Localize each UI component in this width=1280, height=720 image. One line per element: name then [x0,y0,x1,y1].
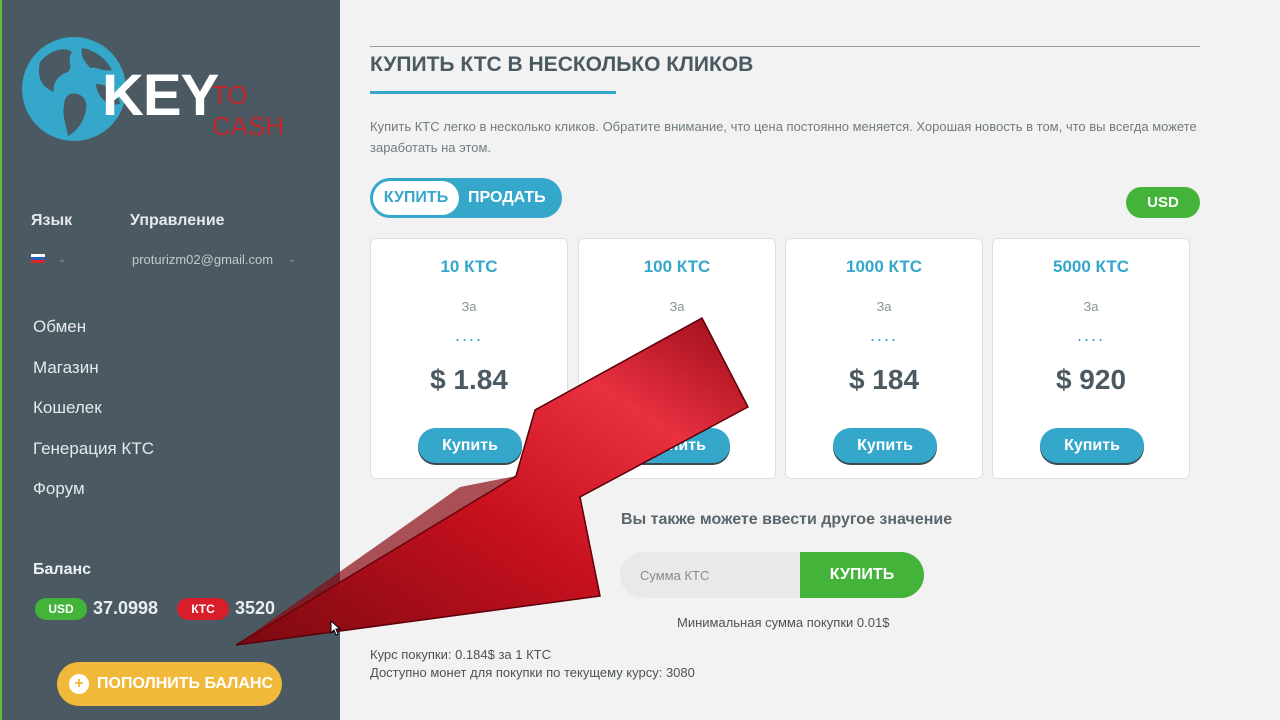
nav-item-shop[interactable]: Магазин [33,357,154,398]
package-price: $ 18.4 [638,364,716,395]
package-card: 5000 КТС За .... $ 920 Купить [992,238,1190,479]
amount-input[interactable] [620,552,802,598]
package-amount: 100 КТС [643,257,711,276]
plus-icon: + [69,674,89,694]
buy-sell-toggle: КУПИТЬ ПРОДАТЬ [370,178,562,218]
package-card: 100 КТС За .... $ 18.4 Купить [578,238,776,479]
package-for-label: За [876,299,892,314]
purchase-rate-label: Курс покупки: 0.184$ за 1 КТС [370,647,552,662]
chevron-down-icon[interactable]: ⌄ [58,254,66,265]
manage-label: Управление [130,212,225,229]
tab-sell[interactable]: ПРОДАТЬ [468,181,548,215]
package-buy-button[interactable]: Купить [833,428,937,463]
package-buy-button[interactable]: Купить [1040,428,1144,463]
package-buy-button[interactable]: Купить [626,428,730,463]
custom-amount-group: КУПИТЬ [620,552,924,598]
package-amount: 5000 КТС [1052,257,1129,276]
mouse-cursor-icon [330,620,342,636]
minimum-purchase-label: Минимальная сумма покупки 0.01$ [677,615,890,630]
package-for-label: За [669,299,685,314]
usd-balance-value: 37.0998 [93,598,159,618]
custom-buy-button[interactable]: КУПИТЬ [800,552,924,598]
currency-selector[interactable]: USD [1126,187,1200,218]
nav-item-forum[interactable]: Форум [33,478,154,519]
nav-item-exchange[interactable]: Обмен [33,316,154,357]
language-label: Язык [31,212,73,229]
package-card: 10 КТС За .... $ 1.84 Купить [370,238,568,479]
balance-label: Баланс [33,561,92,578]
package-for-label: За [1083,299,1099,314]
package-price: $ 184 [848,364,920,395]
sidebar: KEY TO CASH Язык Управление ⌄ proturizm0… [0,0,340,720]
package-amount: 10 КТС [440,257,498,276]
top-up-label: ПОПОЛНИТЬ БАЛАНС [97,675,274,692]
chevron-down-icon[interactable]: ⌄ [288,254,296,265]
nav-item-wallet[interactable]: Кошелек [33,397,154,438]
ktc-badge: КТС [177,598,229,620]
sidebar-nav: Обмен Магазин Кошелек Генерация КТС Фору… [33,316,154,519]
title-underline [370,91,616,94]
package-buy-button[interactable]: Купить [418,428,522,463]
package-card: 1000 КТС За .... $ 184 Купить [785,238,983,479]
page-title: КУПИТЬ КТС В НЕСКОЛЬКО КЛИКОВ [370,53,754,76]
package-dots: .... [869,325,898,345]
package-price: $ 1.84 [430,364,508,395]
tab-buy[interactable]: КУПИТЬ [373,181,459,215]
available-coins-label: Доступно монет для покупки по текущему к… [370,665,695,680]
top-up-balance-button[interactable]: + ПОПОЛНИТЬ БАЛАНС [57,662,282,706]
page-description: Купить КТС легко в несколько кликов. Обр… [370,119,1197,155]
logo-text: KEY [102,63,219,128]
package-price: $ 920 [1055,364,1127,395]
package-amount: 1000 КТС [845,257,922,276]
package-dots: .... [454,325,483,345]
top-divider [370,46,1200,47]
flag-icon[interactable] [31,254,45,263]
logo[interactable]: KEY TO CASH [22,32,322,147]
package-dots: .... [1076,325,1105,345]
logo-subtext: TO CASH [212,80,285,141]
usd-badge: USD [35,598,87,620]
package-dots: .... [662,325,691,345]
user-email[interactable]: proturizm02@gmail.com [132,252,273,267]
custom-amount-label: Вы также можете ввести другое значение [621,511,953,528]
nav-item-generation[interactable]: Генерация КТС [33,438,154,479]
package-for-label: За [461,299,477,314]
ktc-balance-value: 3520 [235,598,276,618]
